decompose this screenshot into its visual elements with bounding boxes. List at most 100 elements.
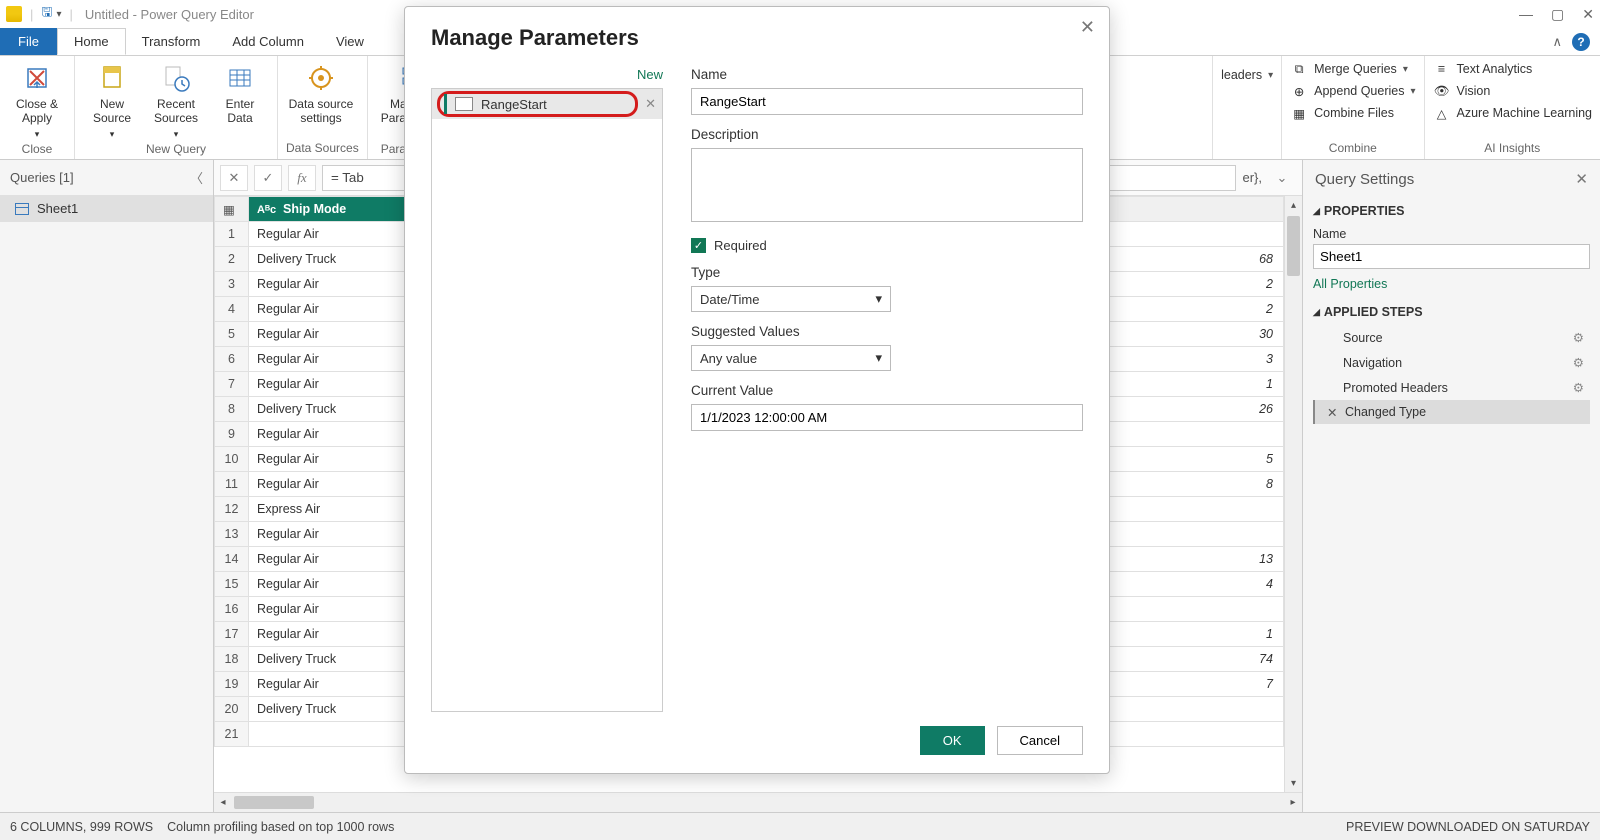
tab-add-column[interactable]: Add Column	[216, 28, 320, 55]
required-checkbox[interactable]: ✓	[691, 238, 706, 253]
row-number: 12	[215, 497, 249, 522]
grid-horizontal-scrollbar[interactable]: ◂ ▸	[214, 792, 1302, 812]
cancel-button[interactable]: Cancel	[997, 726, 1083, 755]
help-button[interactable]: ?	[1572, 33, 1590, 51]
close-apply-button[interactable]: Close & Apply▾	[8, 60, 66, 140]
manage-parameters-dialog: ✕ Manage Parameters New RangeStart ✕ Nam…	[404, 6, 1110, 774]
formula-fx-button[interactable]: fx	[288, 165, 316, 191]
maximize-button[interactable]: ▢	[1551, 6, 1564, 23]
param-name-label: Name	[691, 67, 1083, 82]
collapse-queries-icon[interactable]: 〈	[190, 168, 203, 187]
delete-parameter-icon[interactable]: ✕	[645, 96, 656, 112]
parameter-item-rangestart[interactable]: RangeStart ✕	[432, 89, 662, 119]
formula-expand-button[interactable]: ⌄	[1268, 165, 1296, 191]
qat-dropdown-icon[interactable]: ▾	[56, 9, 61, 20]
scroll-left-icon[interactable]: ◂	[214, 797, 232, 808]
formula-accept-button[interactable]: ✓	[254, 165, 282, 191]
parameter-list: RangeStart ✕	[431, 88, 663, 712]
applied-step[interactable]: Source⚙	[1313, 325, 1590, 350]
step-settings-icon[interactable]: ⚙	[1573, 355, 1584, 370]
step-settings-icon[interactable]: ⚙	[1573, 380, 1584, 395]
close-settings-icon[interactable]: ✕	[1575, 170, 1588, 188]
row-number: 3	[215, 272, 249, 297]
name-label: Name	[1313, 224, 1590, 244]
window-title: Untitled - Power Query Editor	[85, 7, 254, 22]
grid-corner[interactable]: ▦	[215, 197, 249, 222]
text-analytics-button[interactable]: ≡Text Analytics	[1433, 60, 1593, 78]
param-name-input[interactable]	[691, 88, 1083, 115]
collapse-ribbon-icon[interactable]: ∧	[1552, 34, 1562, 50]
data-source-settings-button[interactable]: Data source settings	[286, 60, 356, 126]
applied-step[interactable]: ✕Changed Type	[1313, 400, 1590, 424]
tab-transform[interactable]: Transform	[126, 28, 217, 55]
grid-vertical-scrollbar[interactable]: ▴ ▾	[1284, 196, 1302, 792]
scroll-down-icon[interactable]: ▾	[1285, 774, 1302, 792]
enter-data-button[interactable]: Enter Data	[211, 60, 269, 126]
status-columns-rows: 6 COLUMNS, 999 ROWS	[10, 820, 153, 834]
save-icon[interactable]: 🖫	[41, 3, 52, 25]
combine-group-label: Combine	[1290, 139, 1415, 159]
row-number: 2	[215, 247, 249, 272]
delete-step-icon[interactable]: ✕	[1327, 405, 1337, 420]
applied-step[interactable]: Navigation ⚙	[1313, 350, 1590, 375]
dialog-title: Manage Parameters	[431, 25, 1083, 51]
suggested-values-select[interactable]: Any value▾	[691, 345, 891, 371]
app-logo-icon	[6, 6, 22, 22]
row-number: 16	[215, 597, 249, 622]
param-type-select[interactable]: Date/Time▾	[691, 286, 891, 312]
hscroll-thumb[interactable]	[234, 796, 314, 809]
row-number: 5	[215, 322, 249, 347]
merge-icon: ⧉	[1290, 60, 1308, 78]
all-properties-link[interactable]: All Properties	[1313, 269, 1590, 299]
scroll-up-icon[interactable]: ▴	[1285, 196, 1302, 214]
close-window-button[interactable]: ✕	[1582, 6, 1594, 23]
formula-cancel-button[interactable]: ✕	[220, 165, 248, 191]
azure-ml-button[interactable]: △Azure Machine Learning	[1433, 104, 1593, 122]
headers-dropdown[interactable]: leaders	[1221, 68, 1273, 82]
row-number: 6	[215, 347, 249, 372]
row-number: 13	[215, 522, 249, 547]
row-number: 15	[215, 572, 249, 597]
new-parameter-link[interactable]: New	[431, 67, 663, 88]
current-value-input[interactable]	[691, 404, 1083, 431]
data-sources-group-label: Data Sources	[286, 139, 359, 159]
required-label: Required	[714, 238, 767, 253]
row-number: 19	[215, 672, 249, 697]
row-number: 8	[215, 397, 249, 422]
step-settings-icon[interactable]: ⚙	[1573, 330, 1584, 345]
minimize-button[interactable]: —	[1519, 6, 1533, 22]
queries-title: Queries [1]	[10, 170, 74, 185]
tab-view[interactable]: View	[320, 28, 380, 55]
applied-step[interactable]: Promoted Headers⚙	[1313, 375, 1590, 400]
current-value-label: Current Value	[691, 383, 1083, 398]
recent-sources-button[interactable]: Recent Sources▾	[147, 60, 205, 140]
row-number: 1	[215, 222, 249, 247]
vision-button[interactable]: 👁Vision	[1433, 82, 1593, 100]
table-icon	[15, 203, 29, 215]
merge-queries-button[interactable]: ⧉Merge Queries	[1290, 60, 1415, 78]
status-bar: 6 COLUMNS, 999 ROWS Column profiling bas…	[0, 812, 1600, 840]
param-desc-label: Description	[691, 127, 1083, 142]
combine-files-button[interactable]: ▦Combine Files	[1290, 104, 1415, 122]
ok-button[interactable]: OK	[920, 726, 985, 755]
query-item-sheet1[interactable]: Sheet1	[0, 195, 213, 222]
param-desc-input[interactable]	[691, 148, 1083, 222]
new-source-button[interactable]: New Source▾	[83, 60, 141, 140]
scroll-thumb[interactable]	[1287, 216, 1300, 276]
status-profiling: Column profiling based on top 1000 rows	[167, 820, 394, 834]
query-name-input[interactable]	[1313, 244, 1590, 269]
scroll-right-icon[interactable]: ▸	[1284, 797, 1302, 808]
step-label: Navigation	[1343, 356, 1402, 370]
append-queries-button[interactable]: ⊕Append Queries	[1290, 82, 1415, 100]
applied-steps-section[interactable]: APPLIED STEPS	[1313, 299, 1590, 325]
tab-home[interactable]: Home	[57, 28, 126, 55]
file-tab[interactable]: File	[0, 28, 57, 55]
query-item-label: Sheet1	[37, 201, 78, 216]
row-number: 21	[215, 722, 249, 747]
combine-files-icon: ▦	[1290, 104, 1308, 122]
row-number: 4	[215, 297, 249, 322]
text-analytics-icon: ≡	[1433, 60, 1451, 78]
properties-section[interactable]: PROPERTIES	[1313, 198, 1590, 224]
row-number: 18	[215, 647, 249, 672]
dialog-close-button[interactable]: ✕	[1080, 17, 1095, 38]
